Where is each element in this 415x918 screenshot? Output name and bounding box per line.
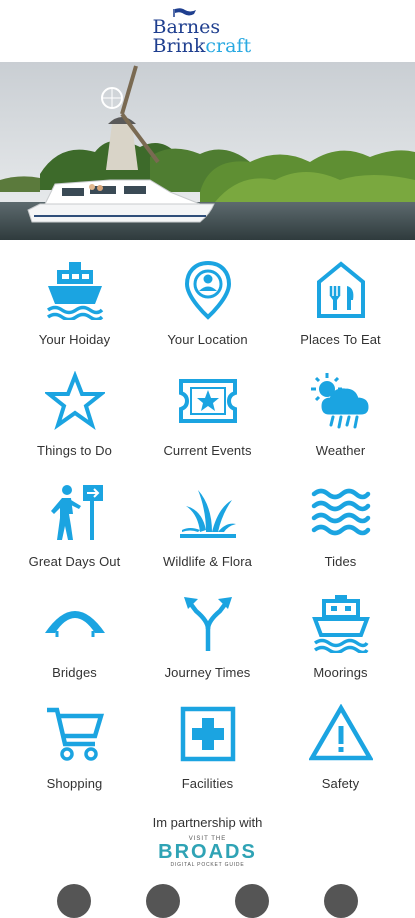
menu-item-your-holiday[interactable]: Your Hoiday xyxy=(8,254,141,365)
visit-the-broads-logo[interactable]: VISIT THE BROADS DIGITAL POCKET GUIDE xyxy=(0,836,415,868)
menu-item-label: Current Events xyxy=(163,443,252,458)
partnership-text: Im partnership with xyxy=(152,815,263,830)
boat-icon xyxy=(43,258,107,322)
ticket-icon xyxy=(176,369,240,433)
facebook-icon[interactable] xyxy=(57,884,92,918)
menu-item-label: Your Hoiday xyxy=(38,332,111,347)
menu-item-your-location[interactable]: Your Location xyxy=(141,254,274,365)
menu-item-journey-times[interactable]: Journey Times xyxy=(141,587,274,698)
social-links xyxy=(0,884,415,918)
menu-item-facilities[interactable]: Facilities xyxy=(141,698,274,809)
link-icon[interactable] xyxy=(323,884,358,918)
bridge-icon xyxy=(43,591,107,655)
boat-water-icon xyxy=(309,591,373,655)
twitter-icon[interactable] xyxy=(234,884,269,918)
menu-item-label: Places To Eat xyxy=(300,332,381,347)
menu-item-label: Tides xyxy=(324,554,357,569)
menu-item-bridges[interactable]: Bridges xyxy=(8,587,141,698)
menu-item-label: Journey Times xyxy=(164,665,251,680)
menu-grid: Your Hoiday Your Location Places To Eat xyxy=(0,240,415,809)
menu-item-current-events[interactable]: Current Events xyxy=(141,365,274,476)
split-arrows-icon xyxy=(176,591,240,655)
menu-item-shopping[interactable]: Shopping xyxy=(8,698,141,809)
menu-item-wildlife-flora[interactable]: Wildlife & Flora xyxy=(141,476,274,587)
menu-item-things-to-do[interactable]: Things to Do xyxy=(8,365,141,476)
menu-item-label: Wildlife & Flora xyxy=(162,554,252,569)
menu-item-label: Your Location xyxy=(167,332,248,347)
partnership-section: Im partnership with VISIT THE BROADS DIG… xyxy=(0,815,415,868)
menu-item-label: Great Days Out xyxy=(28,554,121,569)
menu-item-moorings[interactable]: Moorings xyxy=(274,587,407,698)
app-header: Barnes Brinkcraft xyxy=(0,0,415,62)
menu-item-tides[interactable]: Tides xyxy=(274,476,407,587)
grass-icon xyxy=(176,480,240,544)
logo-line-2: Brinkcraft xyxy=(153,37,252,56)
restaurant-icon xyxy=(309,258,373,322)
logo-line-2a: Brink xyxy=(152,35,206,57)
waves-icon xyxy=(309,480,373,544)
menu-item-safety[interactable]: Safety xyxy=(274,698,407,809)
broads-logo-sub: DIGITAL POCKET GUIDE xyxy=(170,862,245,868)
menu-item-label: Weather xyxy=(315,443,366,458)
instagram-icon[interactable] xyxy=(146,884,181,918)
menu-item-great-days-out[interactable]: Great Days Out xyxy=(8,476,141,587)
menu-item-label: Things to Do xyxy=(37,443,112,458)
warning-icon xyxy=(308,702,373,766)
star-icon xyxy=(43,369,107,433)
barnes-brinkcraft-logo[interactable]: Barnes Brinkcraft xyxy=(153,6,263,56)
menu-item-places-to-eat[interactable]: Places To Eat xyxy=(274,254,407,365)
menu-item-label: Bridges xyxy=(52,665,97,680)
weather-icon xyxy=(309,369,373,433)
menu-item-label: Moorings xyxy=(313,665,368,680)
menu-item-label: Safety xyxy=(321,776,360,791)
menu-item-label: Shopping xyxy=(46,776,103,791)
location-pin-icon xyxy=(176,258,240,322)
hiker-signpost-icon xyxy=(43,480,107,544)
menu-item-weather[interactable]: Weather xyxy=(274,365,407,476)
menu-item-label: Facilities xyxy=(181,776,234,791)
cart-icon xyxy=(43,702,107,766)
first-aid-icon xyxy=(176,702,240,766)
logo-line-2b: craft xyxy=(205,35,252,57)
hero-banner-image xyxy=(0,62,415,240)
broads-logo-title: BROADS xyxy=(158,841,257,863)
